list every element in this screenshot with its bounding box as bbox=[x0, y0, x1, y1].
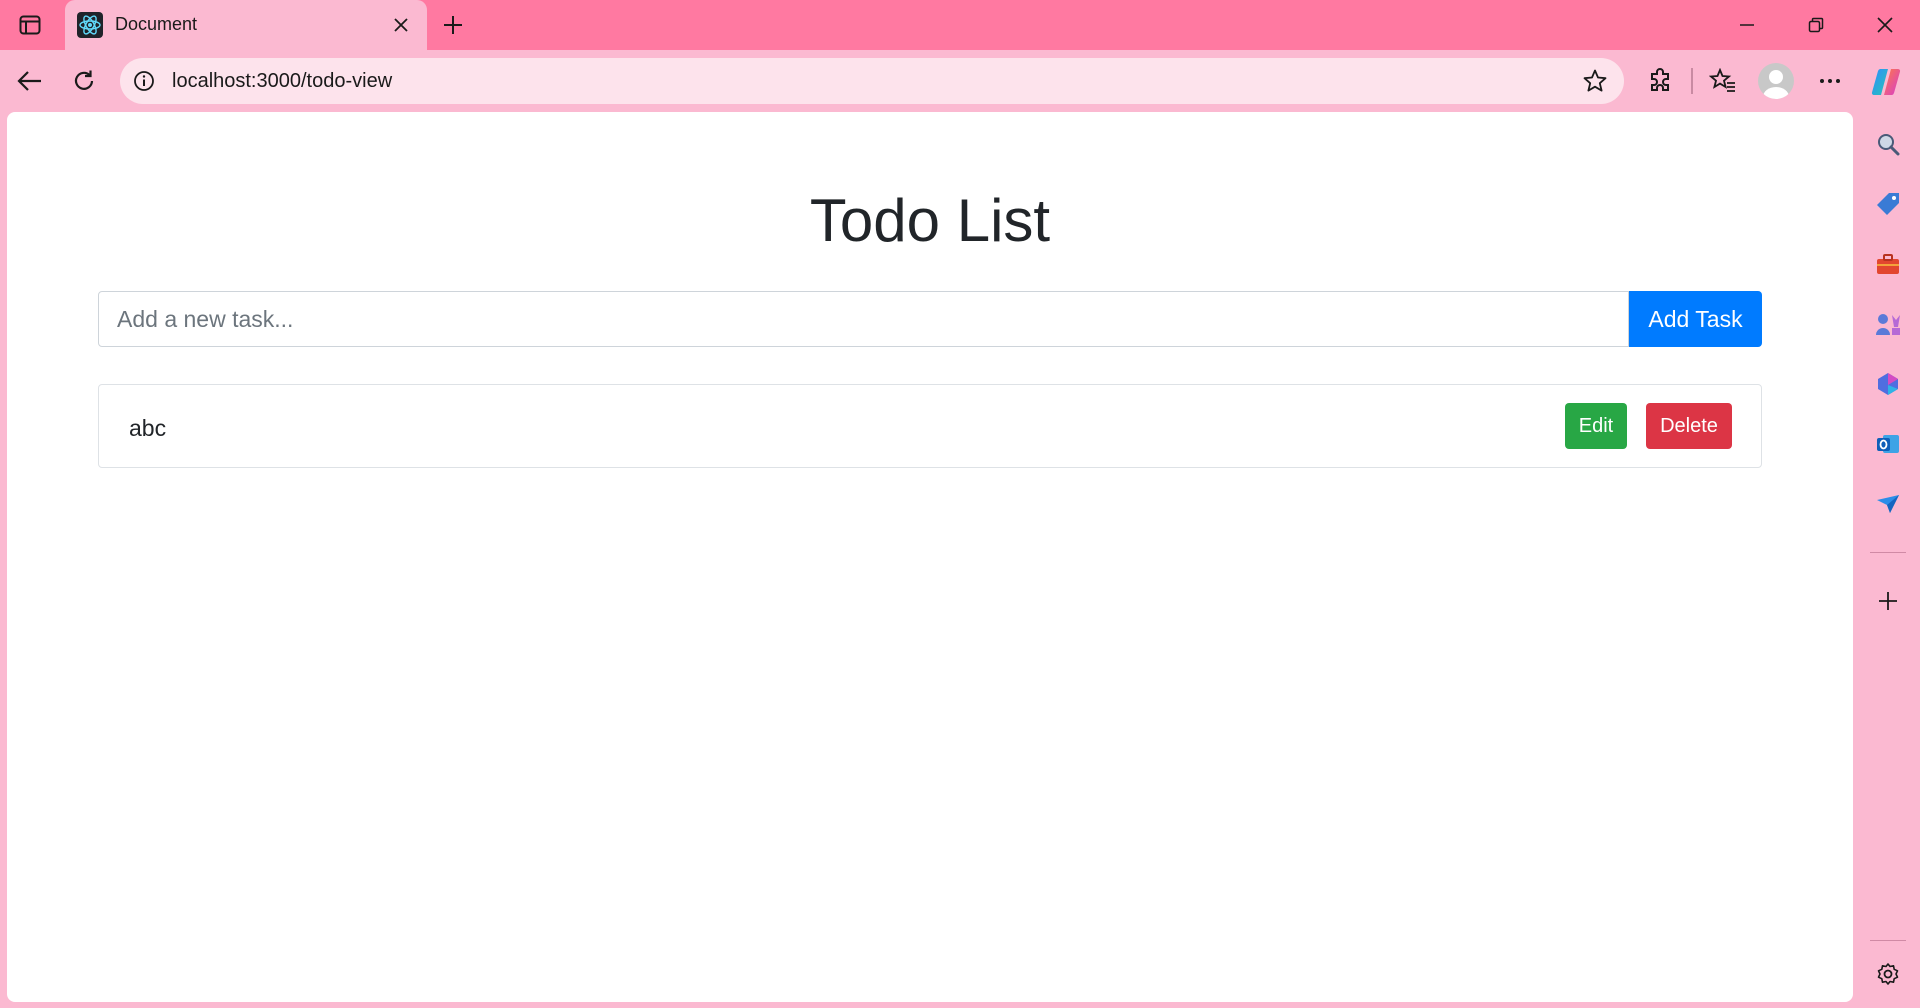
favorites-button[interactable] bbox=[1703, 61, 1743, 101]
sidebar-outlook-button[interactable] bbox=[1868, 424, 1908, 464]
close-icon bbox=[1877, 17, 1893, 33]
restore-button[interactable] bbox=[1793, 8, 1839, 42]
sidebar-search-button[interactable] bbox=[1868, 124, 1908, 164]
search-icon bbox=[1878, 134, 1900, 156]
person-icon bbox=[1763, 70, 1789, 99]
sidebar-divider bbox=[1870, 552, 1906, 553]
sidebar-divider bbox=[1870, 940, 1906, 941]
minimize-button[interactable] bbox=[1724, 8, 1770, 42]
reload-button[interactable] bbox=[64, 61, 104, 101]
settings-icon bbox=[1877, 963, 1899, 985]
outlook-icon bbox=[1877, 435, 1899, 453]
page-title: Todo List bbox=[809, 187, 1051, 254]
toolbar-divider bbox=[1691, 68, 1693, 94]
extensions-icon bbox=[1651, 68, 1669, 91]
close-icon bbox=[394, 18, 408, 32]
window-close-button[interactable] bbox=[1862, 8, 1908, 42]
todo-text: abc bbox=[129, 415, 167, 441]
send-icon bbox=[1877, 495, 1899, 513]
reload-icon bbox=[74, 70, 94, 90]
back-button[interactable] bbox=[10, 61, 50, 101]
tab-close-button[interactable] bbox=[389, 13, 413, 37]
microsoft-365-icon bbox=[1878, 373, 1898, 395]
url-text[interactable]: localhost:3000/todo-view bbox=[172, 70, 392, 93]
games-icon bbox=[1876, 314, 1900, 335]
add-task-button[interactable]: Add Task bbox=[1629, 291, 1762, 347]
add-icon bbox=[1879, 592, 1897, 610]
browser-tab[interactable]: Document bbox=[65, 0, 427, 50]
tab-title: Document bbox=[115, 14, 198, 34]
more-icon bbox=[1820, 79, 1840, 83]
plus-icon bbox=[444, 16, 462, 34]
sidebar-send-button[interactable] bbox=[1868, 484, 1908, 524]
more-button[interactable] bbox=[1810, 61, 1850, 101]
restore-icon bbox=[1808, 17, 1824, 33]
title-bar: Document bbox=[0, 0, 1920, 50]
tab-actions-icon bbox=[19, 15, 41, 35]
tab-actions-button[interactable] bbox=[8, 8, 52, 42]
back-arrow-icon bbox=[17, 71, 41, 91]
new-tab-button[interactable] bbox=[436, 8, 470, 42]
address-bar[interactable]: localhost:3000/todo-view bbox=[120, 58, 1624, 104]
sidebar-games-button[interactable] bbox=[1868, 304, 1908, 344]
minimize-icon bbox=[1740, 24, 1754, 26]
favorites-icon bbox=[1709, 68, 1735, 92]
copilot-icon[interactable] bbox=[1870, 66, 1902, 98]
tools-icon bbox=[1877, 254, 1899, 274]
sidebar-tools-button[interactable] bbox=[1868, 244, 1908, 284]
info-icon[interactable] bbox=[132, 69, 156, 93]
sidebar-settings-button[interactable] bbox=[1868, 954, 1908, 994]
sidebar-add-button[interactable] bbox=[1868, 581, 1908, 621]
new-task-input[interactable] bbox=[98, 291, 1629, 347]
edit-button[interactable]: Edit bbox=[1565, 403, 1627, 449]
sidebar-shopping-button[interactable] bbox=[1868, 184, 1908, 224]
delete-button[interactable]: Delete bbox=[1646, 403, 1732, 449]
shopping-tag-icon bbox=[1877, 193, 1899, 215]
edge-sidebar bbox=[1856, 112, 1920, 1008]
star-icon[interactable] bbox=[1582, 68, 1608, 94]
react-icon bbox=[77, 12, 103, 38]
page-viewport: Todo List Add Task abc Edit Delete bbox=[7, 112, 1853, 1002]
todo-item: abc Edit Delete bbox=[98, 384, 1762, 468]
extensions-button[interactable] bbox=[1641, 61, 1681, 101]
profile-avatar[interactable] bbox=[1758, 63, 1794, 99]
sidebar-m365-button[interactable] bbox=[1868, 364, 1908, 404]
todo-list: abc Edit Delete bbox=[98, 384, 1762, 468]
